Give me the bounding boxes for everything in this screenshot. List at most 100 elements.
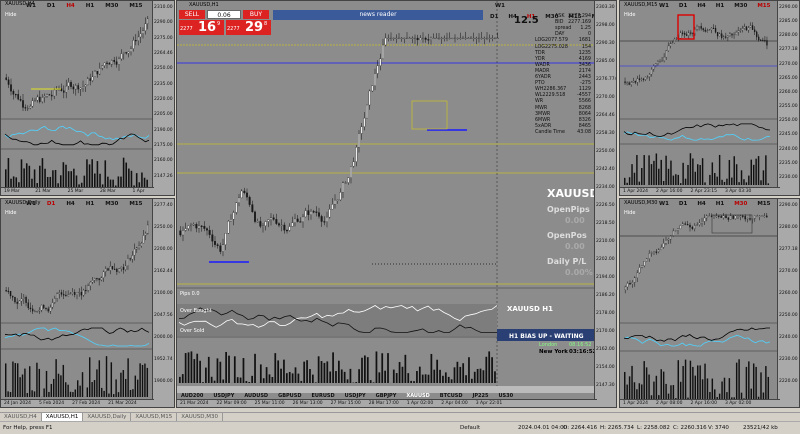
histogram-bar — [120, 177, 122, 187]
histogram-bar — [680, 382, 681, 399]
histogram-bar — [111, 362, 112, 397]
candle-up — [337, 200, 339, 201]
info-row: spread1.25 — [555, 26, 591, 31]
info-value: -275 — [580, 81, 591, 86]
candle-up — [32, 101, 33, 107]
candle-down — [116, 62, 117, 65]
chart-window-daily[interactable]: XAUUSD,Daily W1D1H4H1M30M15M5 Hide 2277.… — [0, 198, 175, 408]
histogram-bar — [768, 377, 769, 399]
price-tick: 2162.00 — [596, 347, 615, 352]
bar-low: L: 2258.082 — [637, 422, 670, 434]
histogram-bar — [416, 371, 418, 383]
histogram-bar — [108, 394, 109, 397]
candle-up — [132, 255, 133, 259]
candle-down — [114, 60, 115, 62]
newyork-label: New York — [539, 349, 568, 355]
candle-up — [757, 216, 758, 217]
candle-up — [348, 178, 350, 183]
histogram-bar — [755, 159, 756, 185]
price-tick: 2240.00 — [779, 335, 798, 340]
candle-down — [286, 230, 288, 231]
price-tick: 2205.00 — [154, 112, 173, 117]
candle-up — [473, 38, 475, 39]
histogram-bar — [678, 360, 679, 399]
histogram-bar — [104, 160, 106, 187]
candle-down — [49, 95, 50, 96]
histogram-bar — [118, 176, 120, 187]
info-value: 2277.294 — [568, 14, 591, 19]
time-tick: 21 Mar 2024 — [180, 400, 209, 407]
histogram-bar — [485, 357, 487, 383]
histogram-bar — [370, 380, 372, 383]
candle-down — [273, 218, 275, 220]
histogram-bar — [34, 169, 36, 187]
histogram-bar — [107, 177, 109, 187]
histogram-bar — [631, 366, 632, 399]
histogram-bar — [422, 375, 424, 383]
candle-up — [236, 203, 238, 213]
histogram-bar — [629, 376, 630, 399]
candle-up — [486, 38, 488, 39]
price-tick: 2265.00 — [779, 76, 798, 81]
chart-window-m30[interactable]: XAUUSD,M30 W1D1H4H1M30M15M5 Hide 2290.00… — [619, 198, 800, 408]
price-tick: 1900.00 — [154, 379, 173, 384]
info-label: 6YADR — [535, 75, 551, 80]
histogram-bar — [643, 361, 644, 399]
oscillator-line — [5, 328, 149, 346]
candle-up — [704, 218, 705, 221]
candle-up — [446, 38, 448, 39]
chart-window-h1[interactable]: XAUUSD,H1 SELL 0.06 BUY 2277 16 9 2277 2… — [176, 0, 617, 408]
histogram-bar — [70, 171, 72, 187]
price-tick: 2178.00 — [596, 311, 615, 316]
histogram-bar — [141, 173, 143, 187]
price-tick: 2280.00 — [779, 225, 798, 230]
candle-up — [699, 223, 700, 225]
price-axis: 2310.002290.002275.002264.462250.002235.… — [152, 1, 174, 195]
histogram-bar — [736, 164, 737, 185]
candle-down — [717, 32, 718, 36]
info-label: MWR — [535, 106, 547, 111]
time-tick: 2 Apr 16:00 — [656, 188, 682, 195]
oscillator-pane — [177, 304, 497, 336]
histogram-bar — [39, 369, 40, 397]
oscillator-line — [624, 132, 770, 140]
chart-window-h4[interactable]: XAUUSD,H4 W1D1H4H1M30M15M5 Hide 2310.002… — [0, 0, 175, 196]
candle-up — [190, 225, 192, 226]
histogram-bar — [125, 379, 126, 397]
help-text: For Help, press F1 — [3, 422, 53, 434]
candle-down — [721, 216, 722, 218]
chart-window-m15[interactable]: XAUUSD,M15 W1D1H4H1M30M15M5 Hide 2290.00… — [619, 0, 800, 196]
candle-down — [8, 291, 9, 292]
histogram-bar — [196, 354, 198, 383]
histogram-bar — [191, 351, 193, 383]
candle-up — [44, 96, 45, 97]
histogram-bar — [731, 178, 732, 185]
candle-up — [666, 51, 667, 57]
histogram-bar — [132, 389, 133, 397]
candle-up — [476, 38, 478, 39]
candle-down — [313, 211, 315, 212]
candle-up — [716, 216, 717, 217]
histogram-bar — [326, 361, 328, 383]
pips-label: Pips 0.0 — [180, 291, 200, 297]
histogram-bar — [298, 374, 300, 383]
candle-down — [90, 79, 91, 81]
candle-up — [21, 299, 22, 301]
histogram-bar — [714, 173, 715, 185]
candle-down — [284, 225, 286, 230]
histogram-bar — [50, 177, 52, 187]
price-tick: 2290.30 — [596, 41, 615, 46]
candle-down — [705, 30, 706, 31]
histogram-bar — [682, 366, 683, 399]
candle-up — [484, 38, 486, 39]
candle-down — [629, 83, 630, 85]
profile-text[interactable]: Default — [460, 422, 480, 434]
candle-up — [332, 204, 334, 209]
histogram-bar — [79, 386, 80, 397]
price-tick: 2277.40 — [154, 203, 173, 208]
price-tick: 2277.18 — [779, 247, 798, 252]
histogram-bar — [468, 357, 470, 383]
candle-up — [641, 79, 642, 80]
stat-value: 0.00 — [565, 216, 585, 225]
candle-up — [188, 226, 190, 229]
